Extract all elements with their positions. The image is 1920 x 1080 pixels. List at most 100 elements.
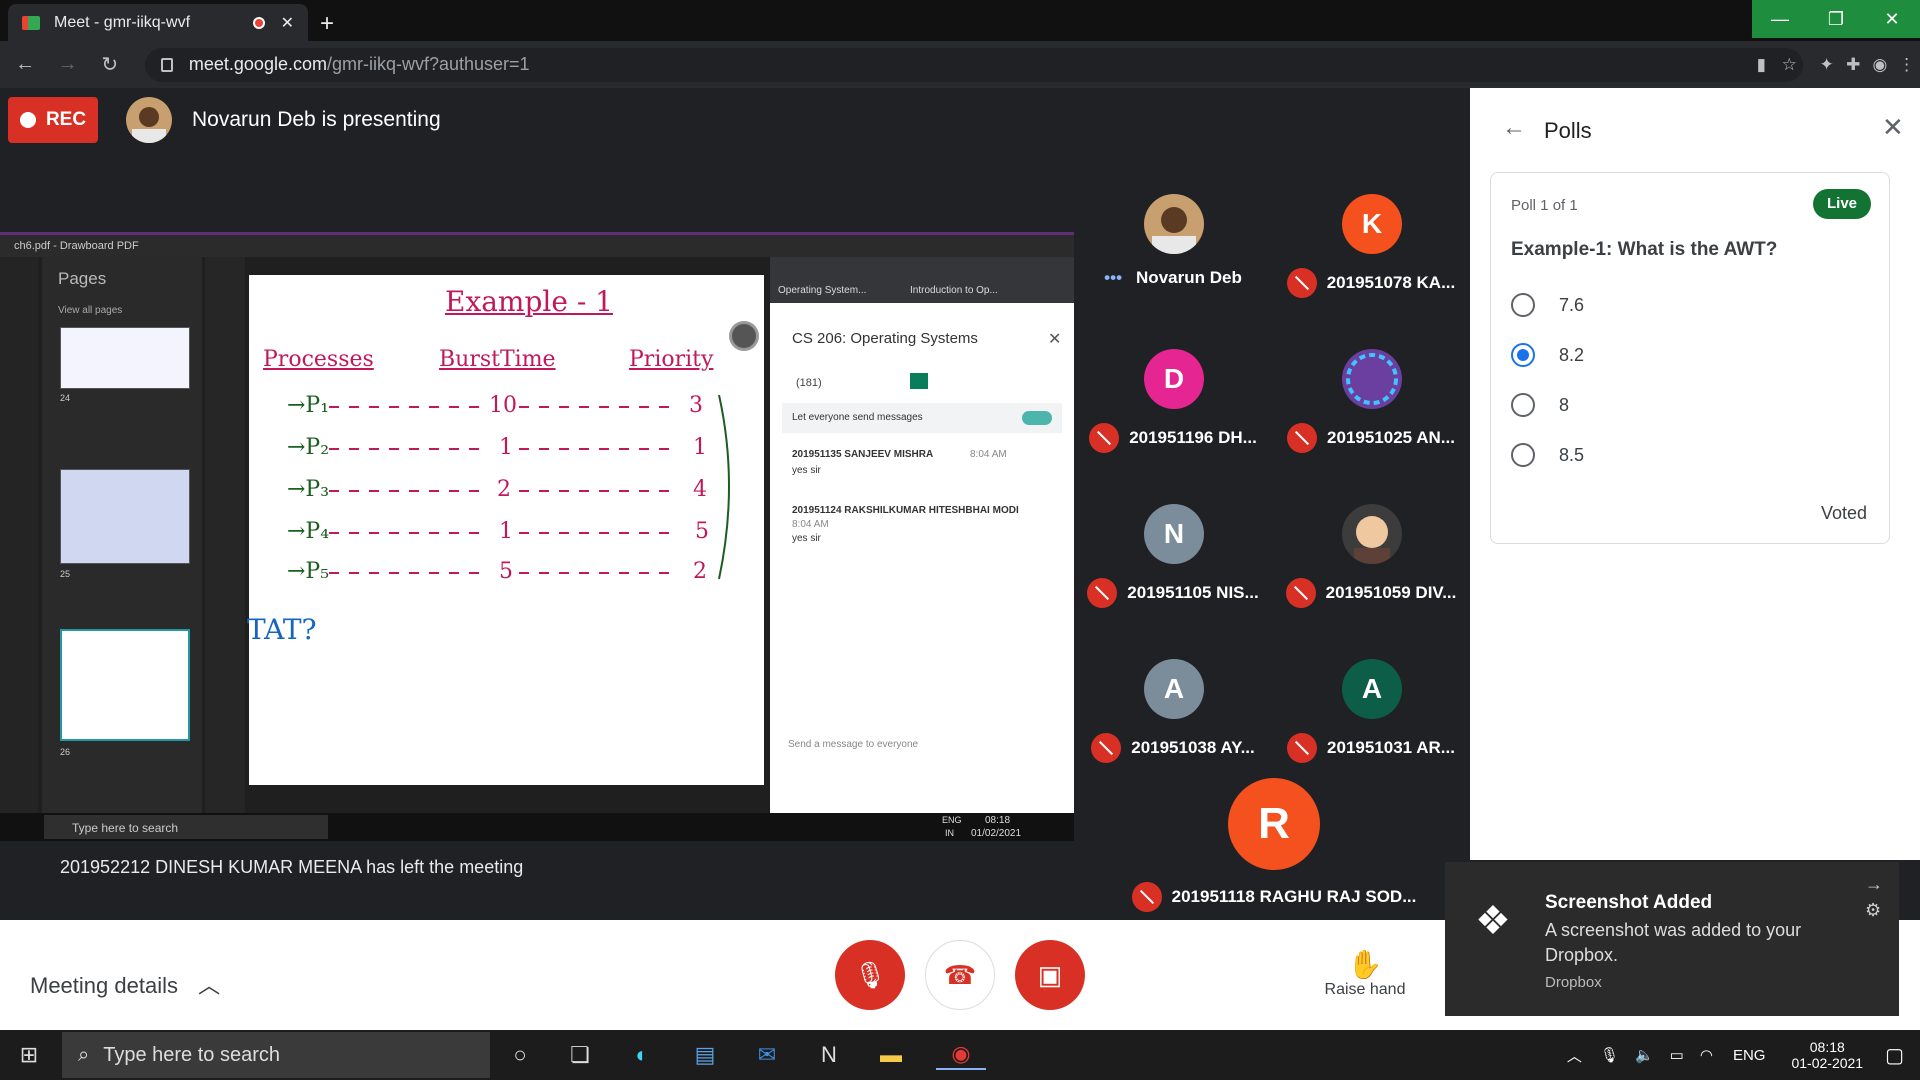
notification-source: Dropbox xyxy=(1545,974,1602,991)
camera-icon[interactable]: ▮ xyxy=(1747,55,1775,75)
forward-arrow-icon[interactable]: → xyxy=(50,53,84,76)
menu-kebab-icon[interactable]: ⋮ xyxy=(1893,55,1920,75)
presenting-text: Novarun Deb is presenting xyxy=(192,108,441,131)
extension-icon[interactable]: ✦ xyxy=(1813,55,1840,75)
radio-button[interactable] xyxy=(1511,443,1535,467)
radio-button[interactable] xyxy=(1511,293,1535,317)
page-number-26: 26 xyxy=(60,747,71,757)
back-arrow-icon[interactable]: ← xyxy=(1502,114,1526,142)
participant-tile[interactable]: 201951059 DIV... xyxy=(1272,460,1470,615)
page-thumbnail-24[interactable] xyxy=(60,327,190,389)
browser-tab-meet[interactable]: Meet - gmr-iikq-wvf ✕ xyxy=(8,4,308,41)
poll-option[interactable]: 8 xyxy=(1511,393,1569,417)
participant-name-row: 201951025 AN... xyxy=(1272,423,1470,453)
cortana-icon[interactable]: ○ xyxy=(503,1040,537,1070)
dropbox-notification[interactable]: ❖ Screenshot Added A screenshot was adde… xyxy=(1445,862,1899,1016)
tab-close-icon[interactable]: ✕ xyxy=(281,13,294,33)
wifi-icon[interactable]: ◠ xyxy=(1700,1046,1713,1064)
participant-name-row: 201951105 NIS... xyxy=(1074,578,1272,608)
participant-tile[interactable]: K 201951078 KA... xyxy=(1272,150,1470,305)
close-window-icon[interactable]: ✕ xyxy=(1864,0,1920,38)
drawboard-fab-icon[interactable] xyxy=(729,321,759,351)
chat-close-icon[interactable]: ✕ xyxy=(1048,329,1061,349)
page-thumbnail-25[interactable] xyxy=(60,469,190,564)
slide-heading: Example - 1 xyxy=(445,285,613,318)
mail-icon[interactable]: ✉ xyxy=(750,1040,784,1070)
chrome-icon[interactable]: ◉ xyxy=(936,1040,986,1070)
poll-option-label: 8.2 xyxy=(1559,344,1585,365)
participant-tile[interactable]: 201951025 AN... xyxy=(1272,305,1470,460)
participant-tile[interactable]: R 201951118 RAGHU RAJ SOD... xyxy=(1124,770,1424,925)
participant-avatar: A xyxy=(1144,659,1204,719)
taskbar-search-input[interactable]: ⌕ Type here to search xyxy=(62,1032,490,1078)
inner-tab-os[interactable]: Operating System... xyxy=(778,285,866,296)
clock[interactable]: 08:18 01-02-2021 xyxy=(1791,1039,1863,1071)
reload-icon[interactable]: ↻ xyxy=(93,52,127,77)
url-input[interactable]: meet.google.com /gmr-iikq-wvf?authuser=1… xyxy=(144,47,1804,82)
meeting-details-button[interactable]: Meeting details ︿ xyxy=(30,968,220,1000)
view-all-pages-link[interactable]: View all pages xyxy=(58,305,122,316)
language-indicator[interactable]: ENG xyxy=(1733,1047,1766,1064)
settings-gear-icon[interactable]: ⚙ xyxy=(1865,900,1881,921)
expand-arrow-icon[interactable]: → xyxy=(1865,874,1883,895)
pdf-window-title: ch6.pdf - Drawboard PDF xyxy=(14,240,139,252)
participant-tile[interactable]: ••• Novarun Deb xyxy=(1074,150,1272,305)
inner-search-box[interactable]: Type here to search xyxy=(44,815,328,839)
participant-tile[interactable]: A 201951038 AY... xyxy=(1074,615,1272,770)
message-sender-1: 201951135 SANJEEV MISHRA xyxy=(792,449,934,460)
puzzle-icon[interactable]: ✚ xyxy=(1840,55,1867,75)
poll-option[interactable]: 8.5 xyxy=(1511,443,1584,467)
raise-hand-button[interactable]: ✋ Raise hand xyxy=(1310,948,1420,999)
page-thumbnail-26[interactable] xyxy=(60,629,190,741)
leave-call-button[interactable]: ☎ xyxy=(925,940,995,1010)
chat-send-input[interactable]: Send a message to everyone xyxy=(788,739,918,750)
participant-name-row: 201951118 RAGHU RAJ SOD... xyxy=(1124,882,1424,912)
participant-tile[interactable]: A 201951031 AR... xyxy=(1272,615,1470,770)
message-time-2: 8:04 AM xyxy=(792,519,829,530)
volume-icon[interactable]: 🔈 xyxy=(1635,1046,1654,1064)
bookmark-star-icon[interactable]: ☆ xyxy=(1775,55,1803,75)
inner-region: IN xyxy=(945,828,954,838)
poll-option[interactable]: 7.6 xyxy=(1511,293,1584,317)
inner-tab-intro[interactable]: Introduction to Op... xyxy=(910,285,998,296)
minimize-icon[interactable]: — xyxy=(1752,0,1808,38)
windows-start-icon[interactable]: ⊞ xyxy=(12,1040,46,1070)
participant-name-row: 201951031 AR... xyxy=(1272,733,1470,763)
col-header-priority: Priority xyxy=(629,347,714,372)
left-meeting-toast: 201952212 DINESH KUMAR MEENA has left th… xyxy=(30,842,542,892)
radio-button-selected[interactable] xyxy=(1511,343,1535,367)
more-dots-icon[interactable]: ••• xyxy=(1104,268,1122,288)
camera-toggle-button[interactable]: ▣ xyxy=(1015,940,1085,1010)
hand-icon: ✋ xyxy=(1347,949,1383,980)
dashed-guides xyxy=(329,395,730,580)
let-everyone-send-toggle[interactable] xyxy=(1022,411,1052,425)
new-tab-icon[interactable]: + xyxy=(320,10,334,38)
profile-avatar-icon[interactable]: ◉ xyxy=(1867,55,1894,75)
notifications-icon[interactable]: ▢ xyxy=(1885,1043,1904,1068)
mic-toggle-button[interactable]: 🎙 xyxy=(835,940,905,1010)
people-count[interactable]: (181) xyxy=(796,377,822,389)
radio-button[interactable] xyxy=(1511,393,1535,417)
back-arrow-icon[interactable]: ← xyxy=(8,53,42,76)
participant-tile[interactable]: N 201951105 NIS... xyxy=(1074,460,1272,615)
poll-option[interactable]: 8.2 xyxy=(1511,343,1584,367)
tray-chevron-icon[interactable]: ︿ xyxy=(1567,1045,1582,1066)
let-everyone-send-label: Let everyone send messages xyxy=(792,412,923,423)
edge-icon[interactable]: ◐ xyxy=(625,1040,659,1070)
participant-tile[interactable]: D 201951196 DH... xyxy=(1074,305,1272,460)
task-view-icon[interactable]: ❏ xyxy=(563,1040,597,1070)
chat-tab-icon[interactable] xyxy=(910,373,928,389)
mic-muted-icon xyxy=(1131,882,1162,912)
poll-count: Poll 1 of 1 xyxy=(1511,197,1578,214)
page-number-24: 24 xyxy=(60,393,71,403)
restore-icon[interactable]: ❐ xyxy=(1808,0,1864,38)
battery-icon[interactable]: ▭ xyxy=(1670,1046,1684,1064)
participant-name: 201951196 DH... xyxy=(1129,428,1257,447)
notion-icon[interactable]: N xyxy=(812,1040,846,1070)
tray-mic-icon[interactable]: 🎙 xyxy=(1600,1046,1619,1064)
store-icon[interactable]: ▤ xyxy=(688,1040,722,1070)
file-explorer-icon[interactable]: ▬ xyxy=(874,1040,908,1070)
close-icon[interactable]: ✕ xyxy=(1882,112,1904,143)
message-sender-2: 201951124 RAKSHILKUMAR HITESHBHAI MODI xyxy=(792,505,1019,516)
rec-label: REC xyxy=(45,109,87,130)
